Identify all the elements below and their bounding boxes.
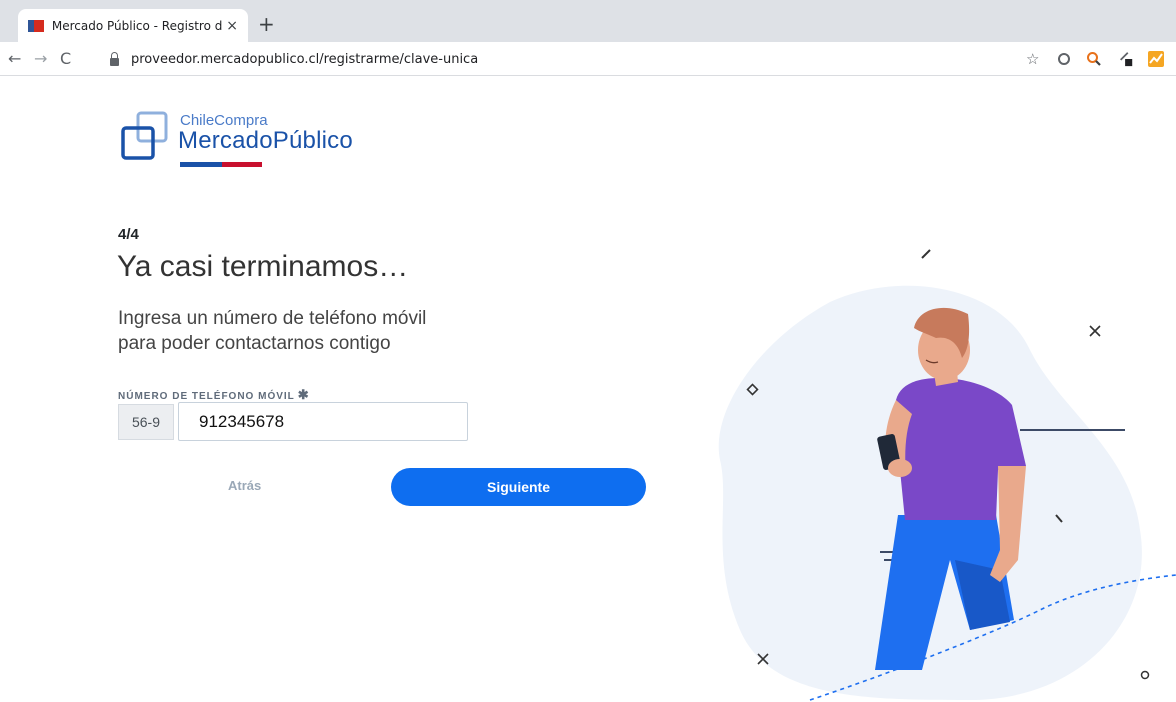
tab-close-icon[interactable]: × [226, 18, 238, 34]
chile-flag-favicon-icon [28, 19, 44, 32]
search-extension-icon[interactable] [1086, 51, 1102, 67]
step-indicator: 4/4 [118, 226, 139, 243]
back-button[interactable]: Atrás [228, 478, 261, 493]
address-bar[interactable]: proveedor.mercadopublico.cl/registrarme/… [110, 46, 1110, 73]
subtitle-line-1: Ingresa un número de teléfono móvil [118, 308, 427, 329]
page-subtitle: Ingresa un número de teléfono móvil para… [118, 306, 538, 356]
mercadopublico-logo[interactable]: ChileCompra MercadoPúblico [120, 110, 380, 170]
logo-flag-bar [180, 162, 262, 167]
tab-title: Mercado Público - Registro de pr [51, 18, 223, 33]
forward-arrow-icon[interactable]: → [34, 49, 47, 68]
next-button[interactable]: Siguiente [391, 468, 646, 506]
logo-mercadopublico-text: MercadoPúblico [178, 127, 353, 154]
phone-field-label: NÚMERO DE TELÉFONO MÓVIL ✱ [118, 387, 310, 403]
pen-extension-icon[interactable] [1118, 51, 1134, 67]
back-arrow-icon[interactable]: ← [8, 49, 21, 68]
subtitle-line-2: para poder contactarnos contigo [118, 333, 391, 354]
url-text: proveedor.mercadopublico.cl/registrarme/… [131, 52, 479, 67]
logo-squares-icon [121, 111, 168, 160]
new-tab-button[interactable]: + [258, 12, 275, 36]
phone-prefix: 56-9 [118, 404, 174, 440]
browser-tab[interactable]: Mercado Público - Registro de pr × [18, 9, 248, 42]
browser-tab-bar: Mercado Público - Registro de pr × + [0, 0, 1176, 42]
chart-extension-icon[interactable] [1148, 51, 1164, 67]
browser-toolbar: ← → C proveedor.mercadopublico.cl/regist… [0, 42, 1176, 76]
bookmark-star-icon[interactable]: ☆ [1026, 50, 1039, 68]
page-title: Ya casi terminamos… [117, 250, 409, 283]
reload-icon[interactable]: C [60, 49, 71, 68]
phone-label-text: NÚMERO DE TELÉFONO MÓVIL [118, 391, 295, 402]
phone-input[interactable]: 912345678 [178, 402, 468, 441]
person-with-phone-illustration [718, 249, 1176, 701]
required-asterisk-icon: ✱ [297, 387, 310, 402]
lock-icon [110, 51, 119, 66]
circle-icon[interactable] [1058, 53, 1070, 65]
